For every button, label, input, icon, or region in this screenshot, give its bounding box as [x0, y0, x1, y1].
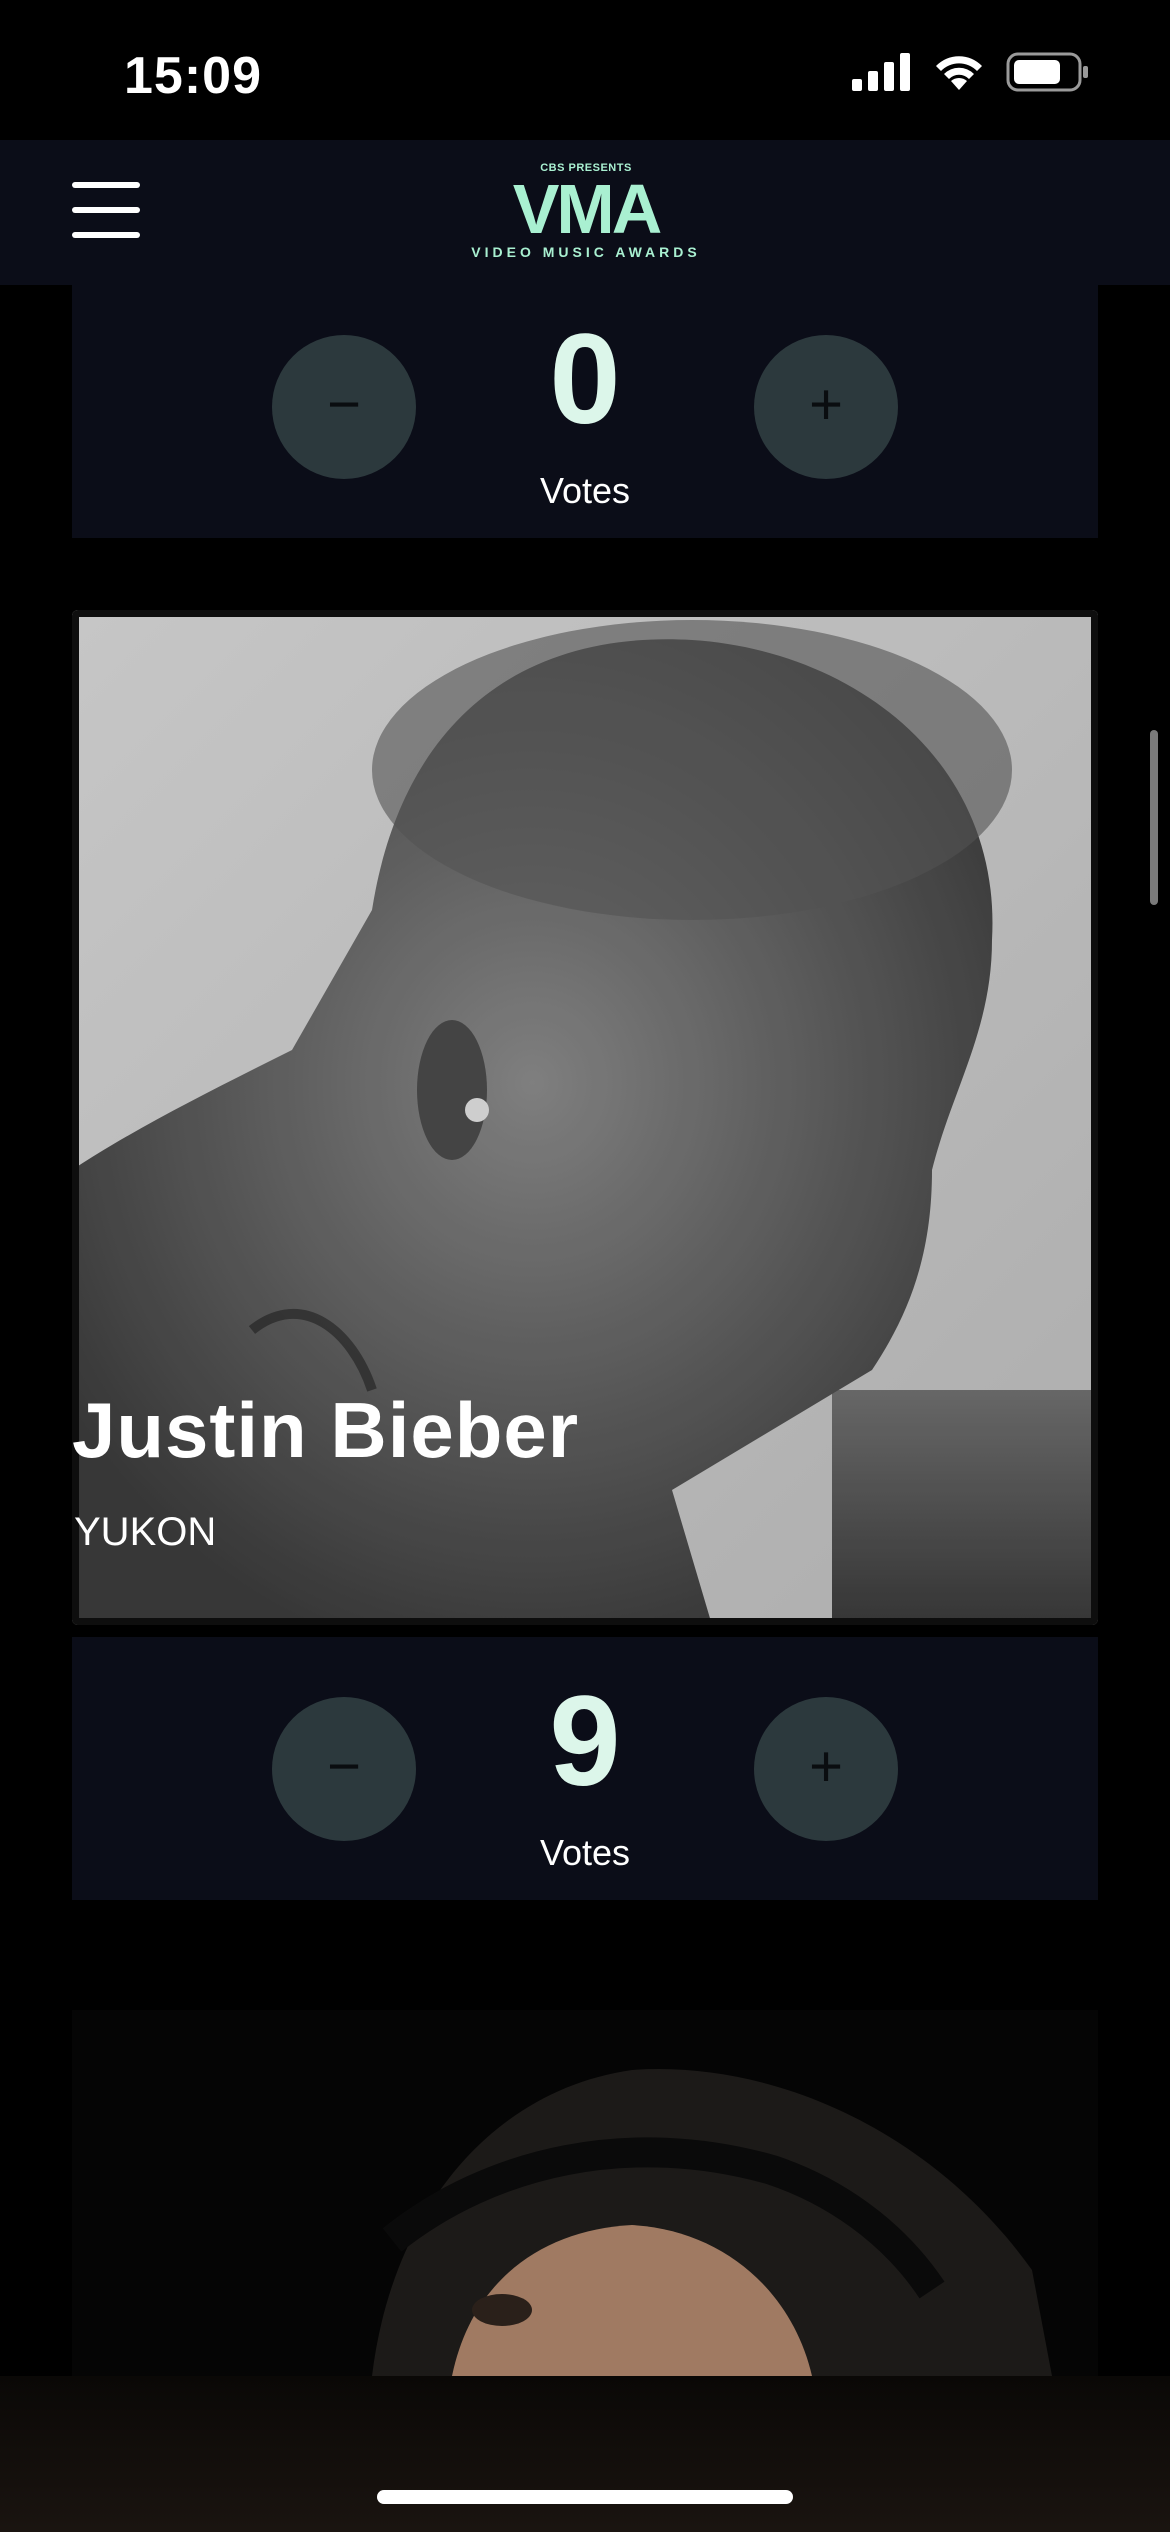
nominee-name: Justin Bieber [72, 1386, 580, 1474]
next-nominee-photo [72, 2010, 1098, 2376]
vote-count: 0 [549, 308, 621, 451]
vote-plus-button[interactable]: + [754, 1697, 898, 1841]
scrollbar[interactable] [1150, 730, 1158, 905]
nominee-song-title: YUKON [74, 1510, 217, 1554]
battery-icon [1006, 52, 1088, 92]
logo-main-text: VMA [512, 170, 663, 248]
status-bar: 15:09 [0, 0, 1170, 140]
logo-sub-text: VIDEO MUSIC AWARDS [471, 244, 701, 260]
vote-count: 9 [549, 1670, 621, 1813]
next-nominee-photo-image [72, 2010, 1098, 2376]
hamburger-menu-icon[interactable] [72, 182, 140, 238]
vote-panel: − 9 Votes + [72, 1637, 1098, 1900]
vote-panel: − 0 Votes + [72, 285, 1098, 538]
status-icons [852, 52, 1090, 92]
wifi-icon [936, 56, 982, 90]
vote-minus-button[interactable]: − [272, 335, 416, 479]
home-indicator[interactable] [377, 2490, 793, 2504]
vma-logo[interactable]: CBS PRESENTS VMA VIDEO MUSIC AWARDS [468, 160, 704, 264]
cellular-signal-icon [852, 53, 910, 91]
votes-label: Votes [539, 470, 631, 511]
vote-plus-button[interactable]: + [754, 335, 898, 479]
bottom-safe-area [0, 2376, 1170, 2532]
vote-minus-button[interactable]: − [272, 1697, 416, 1841]
status-time: 15:09 [124, 47, 262, 105]
votes-label: Votes [539, 1832, 631, 1873]
